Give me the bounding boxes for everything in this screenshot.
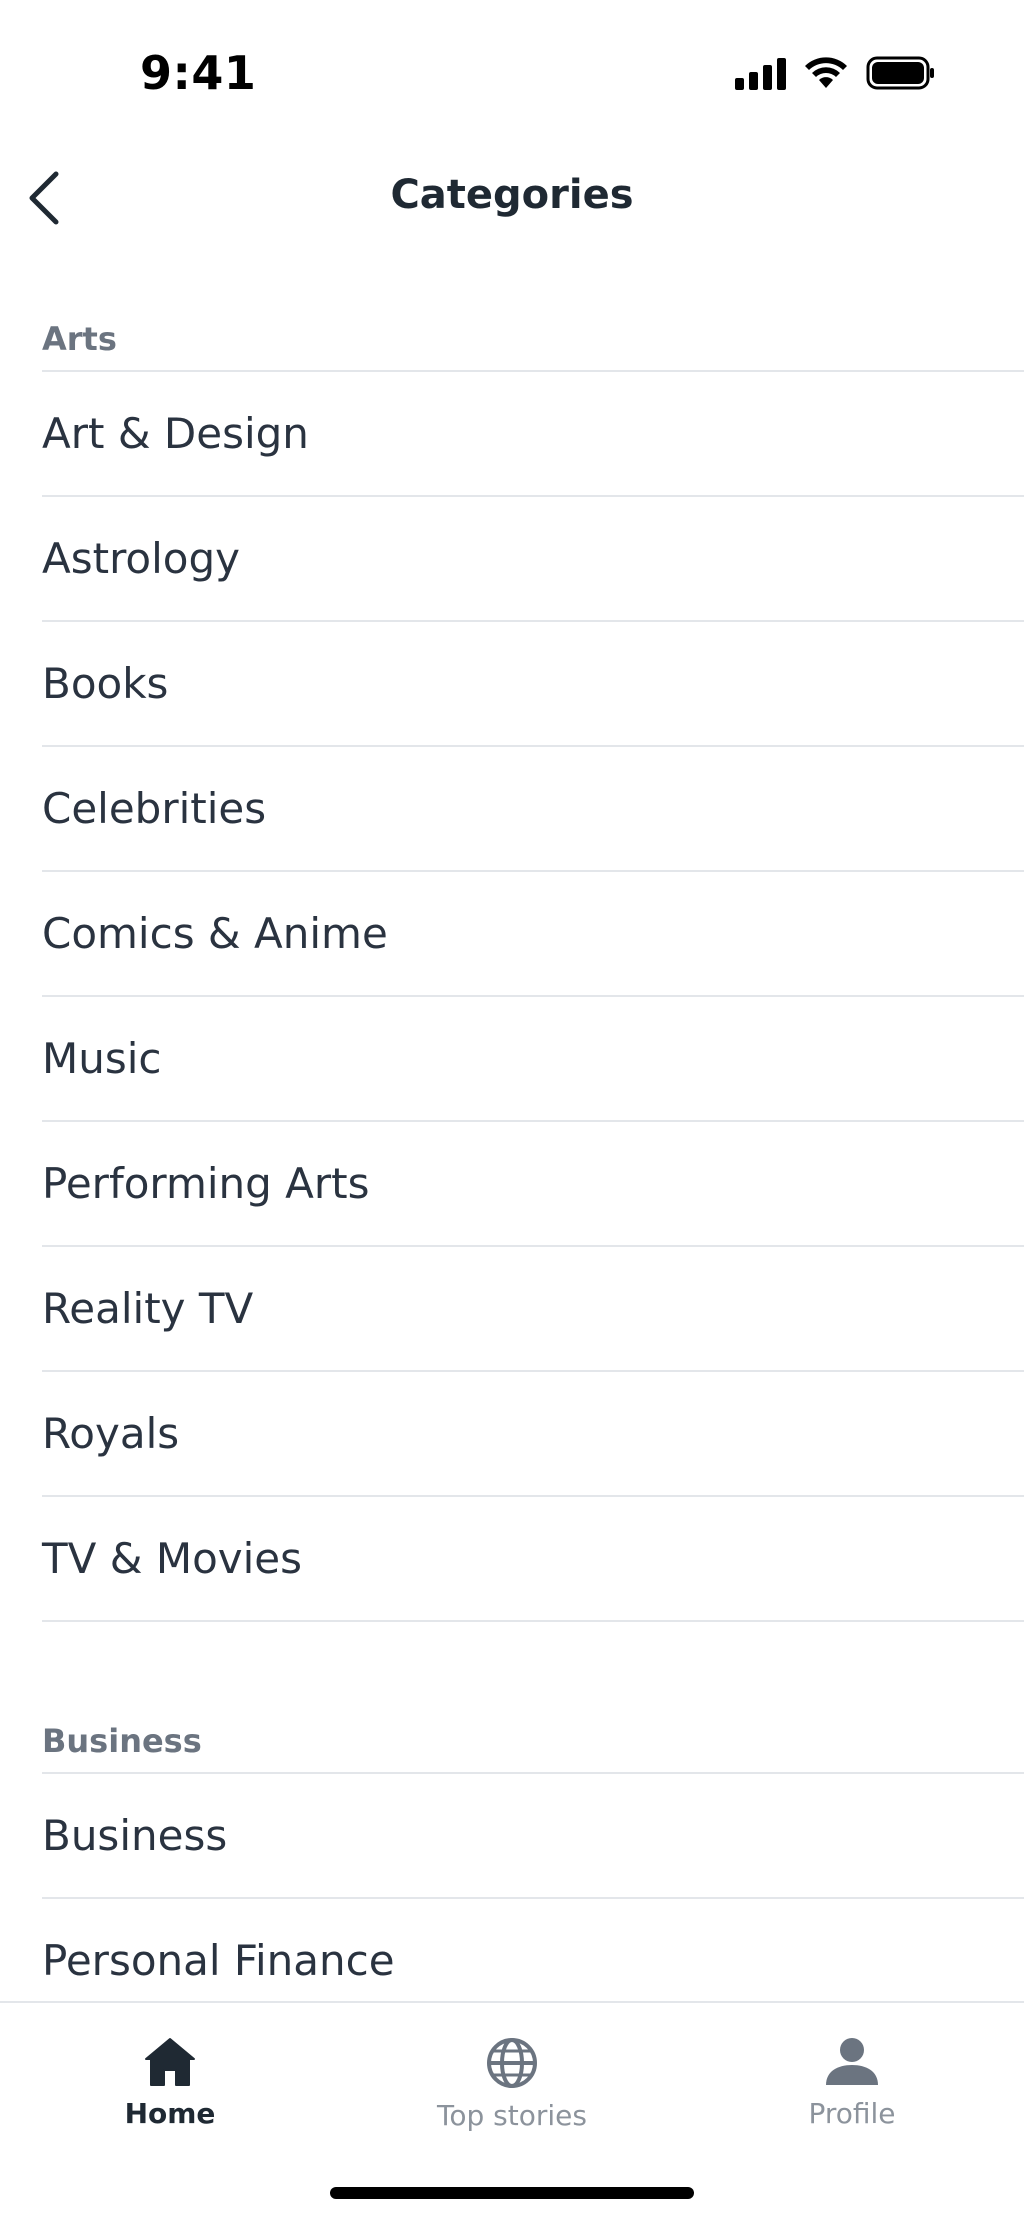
list-item[interactable]: TV & Movies xyxy=(42,1497,1024,1622)
navigation-header: Categories xyxy=(0,150,1024,246)
profile-icon xyxy=(824,2037,880,2087)
battery-icon xyxy=(866,56,936,90)
tab-label-profile: Profile xyxy=(808,2097,896,2130)
tab-label-home: Home xyxy=(124,2097,216,2130)
list-item[interactable]: Astrology xyxy=(42,497,1024,622)
bottom-tab-bar: Home Top stories Profile xyxy=(0,2001,1024,2218)
status-bar: 9:41 xyxy=(0,0,1024,150)
section-header-business: Business xyxy=(42,1702,1024,1774)
section-header-arts: Arts xyxy=(42,300,1024,372)
list-item[interactable]: Business xyxy=(42,1774,1024,1899)
page-title: Categories xyxy=(390,172,634,218)
status-icons xyxy=(735,56,936,90)
status-time: 9:41 xyxy=(140,46,257,100)
list-item[interactable]: Royals xyxy=(42,1372,1024,1497)
tab-home[interactable]: Home xyxy=(60,2037,280,2147)
tab-top-stories[interactable]: Top stories xyxy=(402,2037,622,2147)
signal-icon xyxy=(735,56,786,90)
list-item[interactable]: Art & Design xyxy=(42,372,1024,497)
list-item[interactable]: Music xyxy=(42,997,1024,1122)
list-item[interactable]: Reality TV xyxy=(42,1247,1024,1372)
list-item[interactable]: Books xyxy=(42,622,1024,747)
globe-icon xyxy=(486,2037,538,2089)
tab-profile[interactable]: Profile xyxy=(742,2037,962,2147)
tab-label-top-stories: Top stories xyxy=(437,2099,587,2132)
home-icon xyxy=(144,2037,196,2087)
wifi-icon xyxy=(804,56,848,90)
list-item[interactable]: Performing Arts xyxy=(42,1122,1024,1247)
category-list: Arts Art & Design Astrology Books Celebr… xyxy=(0,300,1024,2024)
list-item[interactable]: Comics & Anime xyxy=(42,872,1024,997)
list-item[interactable]: Celebrities xyxy=(42,747,1024,872)
home-indicator xyxy=(330,2187,694,2199)
